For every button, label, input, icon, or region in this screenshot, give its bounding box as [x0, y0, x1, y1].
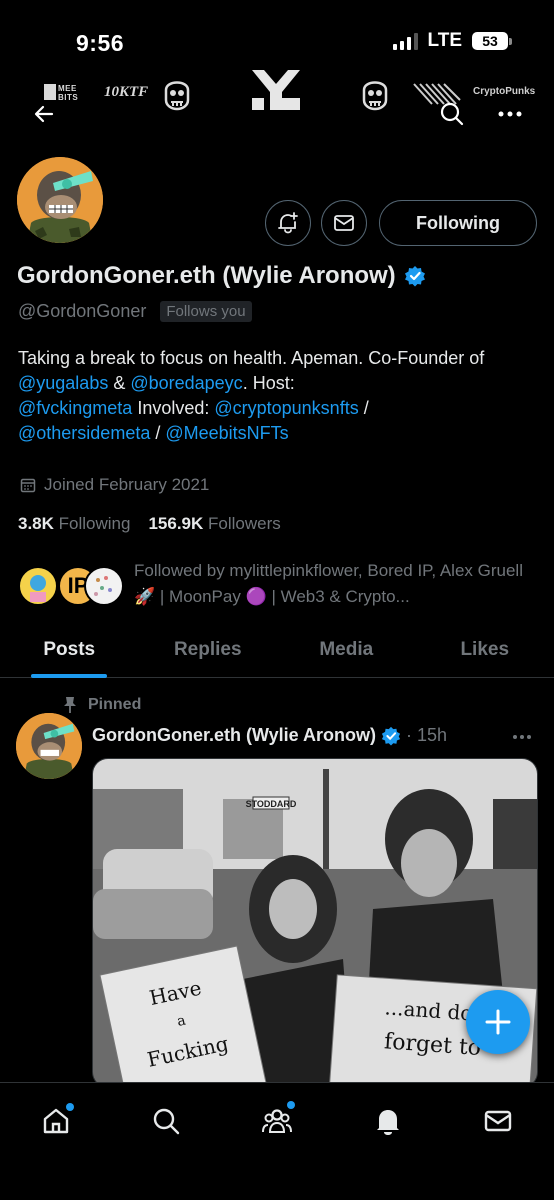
post-author-name[interactable]: GordonGoner.eth (Wylie Aronow) [92, 725, 376, 746]
arrow-left-icon [34, 105, 54, 123]
handle-row: @GordonGoner Follows you [18, 301, 252, 322]
post-more-button[interactable] [512, 727, 532, 745]
ape-skull-logo [160, 76, 194, 117]
compose-post-button[interactable] [466, 990, 530, 1054]
back-button[interactable] [24, 94, 64, 134]
ape-skull-logo-2 [358, 76, 392, 117]
post-header: GordonGoner.eth (Wylie Aronow) · 15h [92, 725, 447, 746]
profile-name: GordonGoner.eth (Wylie Aronow) [17, 262, 426, 290]
envelope-icon [484, 1110, 512, 1132]
more-options-button[interactable] [490, 94, 530, 134]
bell-plus-icon [278, 212, 298, 234]
tab-media[interactable]: Media [277, 622, 416, 677]
mention-meebitsnfts[interactable]: @MeebitsNFTs [165, 423, 288, 443]
communities-notification-dot [287, 1101, 295, 1109]
bio-text: Involved: [132, 398, 215, 418]
followed-by-avatars[interactable]: IP [18, 564, 128, 608]
follower-avatar-1 [18, 566, 58, 606]
status-time: 9:56 [76, 30, 125, 56]
mention-boredapeyc[interactable]: @boredapeyc [130, 373, 242, 393]
nav-search[interactable] [142, 1097, 190, 1145]
signal-icon [392, 32, 418, 50]
follow-stats: 3.8K Following 156.9K Followers [18, 514, 281, 534]
pinned-indicator: Pinned [62, 696, 141, 714]
search-icon [440, 102, 464, 126]
mention-yugalabs[interactable]: @yugalabs [18, 373, 108, 393]
calendar-icon [20, 478, 36, 493]
bio-text: / [358, 398, 369, 418]
profile-bio: Taking a break to focus on health. Apema… [18, 346, 538, 446]
communities-icon [262, 1109, 292, 1133]
verified-badge-icon [381, 726, 401, 746]
pin-icon [64, 697, 76, 713]
tab-replies[interactable]: Replies [139, 622, 278, 677]
ape-avatar-image [17, 157, 103, 243]
mention-cryptopunksnfts[interactable]: @cryptopunksnfts [214, 398, 358, 418]
bio-text: & [108, 373, 131, 393]
separator-dot: · [406, 725, 413, 745]
nav-communities[interactable] [253, 1097, 301, 1145]
yuga-labs-logo [248, 64, 304, 125]
profile-handle: @GordonGoner [18, 301, 147, 321]
network-label: LTE [427, 30, 462, 51]
followers-label: Followers [208, 514, 281, 533]
nav-home[interactable] [32, 1097, 80, 1145]
verified-badge-icon[interactable] [404, 265, 426, 287]
nav-messages[interactable] [474, 1097, 522, 1145]
bio-text: . Host: [242, 373, 295, 393]
joined-text: Joined February 2021 [44, 475, 210, 494]
bio-text: Taking a break to focus on health. Apema… [18, 348, 485, 368]
following-label: Following [58, 514, 131, 533]
follower-avatar-3 [84, 566, 124, 606]
followers-stat[interactable]: 156.9K Followers [148, 514, 280, 534]
plus-icon [485, 1009, 511, 1035]
ape-avatar-image [16, 713, 82, 779]
following-count: 3.8K [18, 514, 54, 533]
bottom-navigation [0, 1082, 554, 1200]
street-sign-text: STODDARD [246, 799, 297, 809]
home-notification-dot [66, 1103, 74, 1111]
nav-notifications[interactable] [364, 1097, 412, 1145]
post-author-avatar[interactable] [16, 713, 82, 779]
following-stat[interactable]: 3.8K Following [18, 514, 130, 534]
following-button[interactable]: Following [379, 200, 537, 246]
notifications-button[interactable] [265, 200, 311, 246]
envelope-icon [334, 215, 354, 231]
home-icon [43, 1108, 69, 1134]
mention-fvckingmeta[interactable]: @fvckingmeta [18, 398, 132, 418]
followers-count: 156.9K [148, 514, 204, 533]
battery-level: 53 [482, 33, 498, 49]
joined-date: Joined February 2021 [20, 475, 209, 495]
search-button[interactable] [432, 94, 472, 134]
followed-by-text[interactable]: Followed by mylittlepinkflower, Bored IP… [134, 558, 534, 610]
message-button[interactable] [321, 200, 367, 246]
mention-othersidemeta[interactable]: @othersidemeta [18, 423, 150, 443]
more-dots-icon [513, 735, 531, 739]
follows-you-badge: Follows you [160, 301, 252, 322]
battery-icon: 53 [472, 32, 512, 50]
profile-tabs: Posts Replies Media Likes [0, 622, 554, 678]
svg-text:MEE: MEE [58, 84, 77, 93]
bell-icon [377, 1110, 399, 1135]
tenktf-logo: 10KTF [104, 84, 149, 100]
status-indicators: LTE 53 [392, 30, 512, 52]
profile-avatar[interactable] [14, 154, 106, 246]
pinned-label: Pinned [88, 696, 142, 713]
display-name-text: GordonGoner.eth (Wylie Aronow) [17, 262, 396, 289]
tab-likes[interactable]: Likes [416, 622, 554, 677]
more-dots-icon [498, 111, 522, 117]
search-icon [153, 1108, 180, 1135]
bio-text: / [150, 423, 166, 443]
tab-posts[interactable]: Posts [0, 622, 139, 677]
post-timestamp[interactable]: 15h [417, 725, 447, 746]
